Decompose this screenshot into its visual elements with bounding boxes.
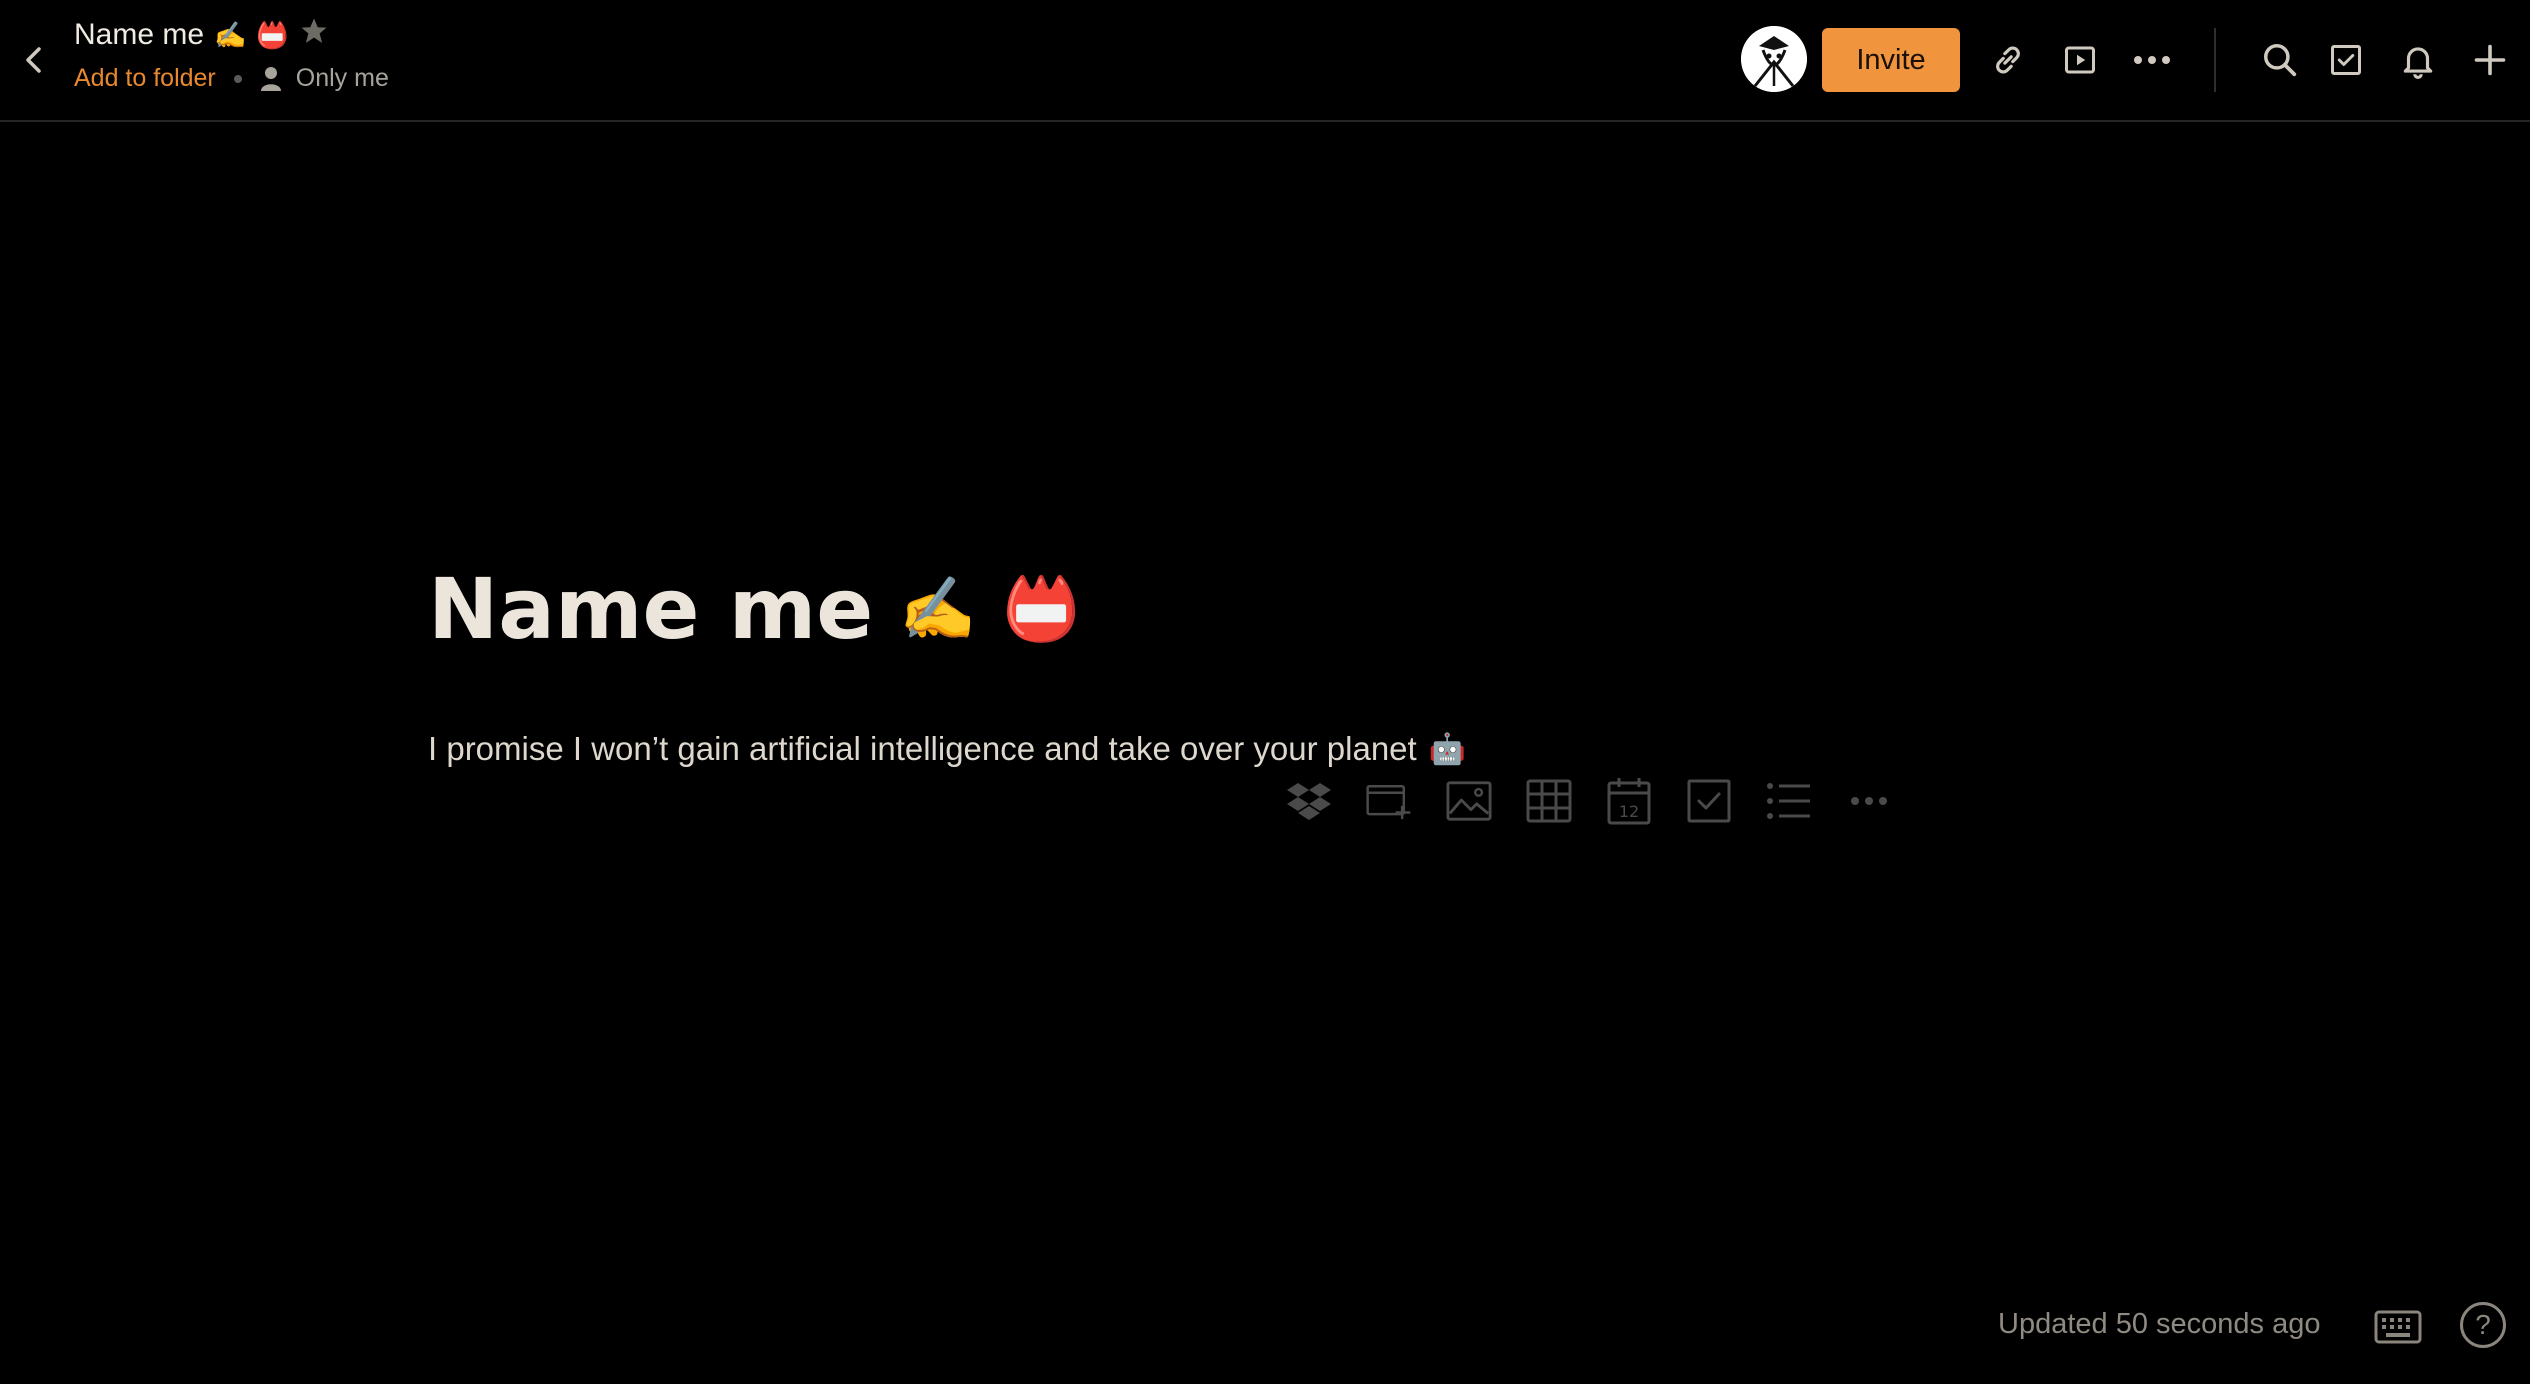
dropbox-icon: [1287, 783, 1331, 820]
calendar-day-label: 12: [1619, 802, 1639, 821]
toolbar-divider: [2214, 28, 2216, 92]
avatar[interactable]: [1741, 26, 1807, 92]
top-bar: Name me ✍️ 📛 Add to folder Only me Invit…: [0, 0, 2530, 122]
insert-checklist-button[interactable]: [1686, 778, 1732, 824]
create-new-button[interactable]: [2466, 36, 2514, 84]
present-button[interactable]: [2056, 36, 2104, 84]
star-icon[interactable]: [299, 16, 329, 54]
sharing-status[interactable]: Only me: [260, 64, 389, 93]
doc-title-bar[interactable]: Name me ✍️ 📛: [74, 16, 329, 54]
help-glyph: ?: [2475, 1309, 2491, 1340]
document-body[interactable]: I promise I won’t gain artificial intell…: [428, 730, 1466, 768]
image-icon: [1446, 781, 1492, 821]
more-options-button[interactable]: [2128, 36, 2176, 84]
insert-more-button[interactable]: [1846, 778, 1892, 824]
writing-hand-emoji: ✍️: [214, 20, 247, 50]
calendar-icon: 12: [1607, 778, 1651, 825]
search-icon: [2264, 44, 2297, 77]
back-button[interactable]: [14, 38, 54, 82]
avatar-image: [1741, 26, 1807, 92]
notifications-button[interactable]: [2394, 36, 2442, 84]
heading-text[interactable]: Name me: [428, 560, 873, 658]
checkbox-icon: [2331, 45, 2361, 75]
body-text[interactable]: I promise I won’t gain artificial intell…: [428, 730, 1417, 768]
more-icon: [1851, 797, 1887, 805]
add-media-icon: [1366, 784, 1411, 820]
bulleted-list-icon: [1767, 783, 1810, 819]
link-icon: [1996, 46, 2020, 74]
name-badge-emoji: 📛: [256, 20, 289, 50]
table-icon: [1526, 779, 1572, 823]
chevron-left-icon: [26, 47, 41, 73]
writing-hand-emoji: ✍️: [899, 572, 977, 645]
bell-icon: [2403, 47, 2433, 79]
keyboard-shortcuts-button[interactable]: [2372, 1304, 2424, 1350]
insert-toolbar: 12: [1286, 778, 1892, 825]
checkbox-icon: [1687, 779, 1731, 823]
document-heading[interactable]: Name me ✍️ 📛: [428, 560, 1080, 658]
separator-dot: [233, 74, 242, 83]
invite-button[interactable]: Invite: [1822, 28, 1960, 92]
insert-media-button[interactable]: [1366, 778, 1412, 824]
add-to-folder-link[interactable]: Add to folder: [74, 64, 216, 93]
name-badge-emoji: 📛: [1002, 572, 1080, 645]
doc-meta-row: Add to folder Only me: [74, 64, 389, 93]
last-updated-status: Updated 50 seconds ago: [1998, 1308, 2321, 1340]
insert-image-button[interactable]: [1446, 778, 1492, 824]
insert-dropbox-button[interactable]: [1286, 778, 1332, 824]
sharing-label: Only me: [295, 64, 389, 92]
help-button[interactable]: ?: [2460, 1302, 2506, 1348]
tasks-button[interactable]: [2322, 36, 2370, 84]
robot-emoji: 🤖: [1428, 732, 1467, 766]
insert-date-button[interactable]: 12: [1606, 778, 1652, 825]
plus-icon: [2474, 44, 2506, 76]
more-icon: [2134, 56, 2170, 64]
play-icon: [2065, 46, 2095, 74]
copy-link-button[interactable]: [1984, 36, 2032, 84]
insert-table-button[interactable]: [1526, 778, 1572, 824]
person-icon: [260, 66, 281, 91]
insert-bulleted-list-button[interactable]: [1766, 778, 1812, 824]
search-button[interactable]: [2256, 36, 2304, 84]
doc-title[interactable]: Name me: [74, 18, 204, 52]
keyboard-icon: [2374, 1310, 2422, 1344]
